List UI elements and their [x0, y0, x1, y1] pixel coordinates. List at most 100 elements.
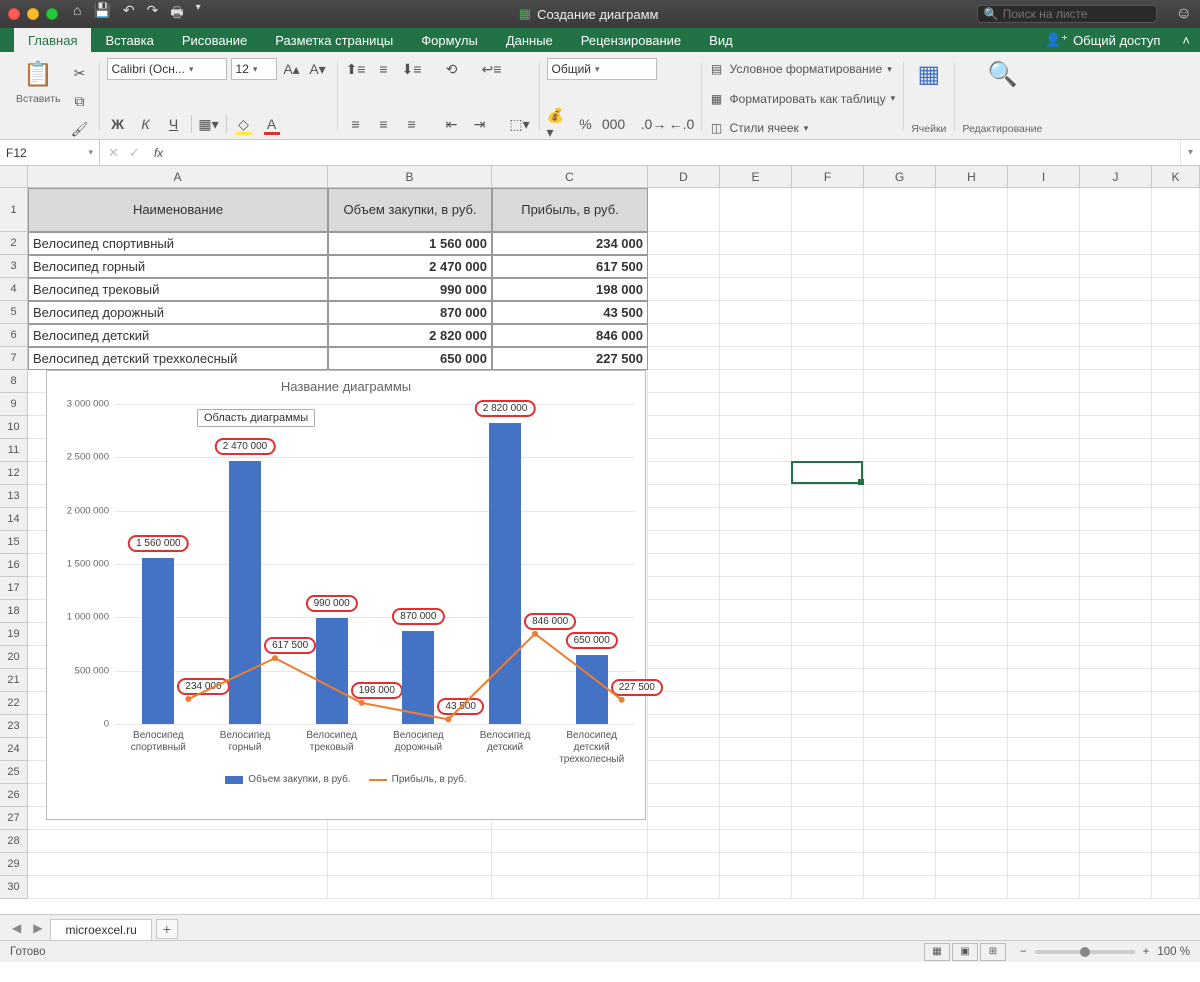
cell[interactable] [648, 370, 720, 393]
cell[interactable] [792, 876, 864, 899]
cell[interactable] [936, 830, 1008, 853]
cell[interactable]: 650 000 [328, 347, 492, 370]
cell[interactable]: 198 000 [492, 278, 648, 301]
cell[interactable] [1152, 462, 1200, 485]
currency-icon[interactable]: 💰▾ [547, 113, 569, 135]
cell[interactable] [720, 761, 792, 784]
fx-icon[interactable]: fx [150, 146, 167, 160]
cell[interactable] [936, 278, 1008, 301]
cell[interactable] [864, 370, 936, 393]
cell[interactable] [648, 508, 720, 531]
cell[interactable] [936, 508, 1008, 531]
cell[interactable] [1008, 232, 1080, 255]
cell[interactable] [1008, 508, 1080, 531]
cell[interactable] [864, 761, 936, 784]
cell[interactable]: Велосипед спортивный [28, 232, 328, 255]
cell[interactable] [720, 669, 792, 692]
cell[interactable] [1008, 761, 1080, 784]
cell[interactable] [792, 784, 864, 807]
cell[interactable] [936, 623, 1008, 646]
cell[interactable] [792, 508, 864, 531]
cell[interactable] [864, 715, 936, 738]
print-icon[interactable]: 🖶 [170, 2, 183, 26]
zoom-slider[interactable] [1035, 950, 1135, 954]
add-sheet-button[interactable]: + [156, 919, 178, 939]
column-header[interactable]: D [648, 166, 720, 188]
save-icon[interactable]: 💾 [93, 2, 110, 26]
cell[interactable]: Велосипед детский трехколесный [28, 347, 328, 370]
cell[interactable] [936, 669, 1008, 692]
cell[interactable] [720, 577, 792, 600]
cell[interactable] [792, 577, 864, 600]
cell[interactable] [864, 692, 936, 715]
cell[interactable] [1008, 188, 1080, 232]
row-header[interactable]: 24 [0, 738, 28, 761]
cell[interactable] [720, 255, 792, 278]
minimize-window-icon[interactable] [27, 8, 39, 20]
cell[interactable] [1080, 853, 1152, 876]
cell[interactable] [1080, 324, 1152, 347]
percent-icon[interactable]: % [575, 113, 597, 135]
row-header[interactable]: 1 [0, 188, 28, 232]
cell[interactable] [1080, 600, 1152, 623]
cell[interactable] [720, 692, 792, 715]
chart-bar[interactable] [316, 618, 348, 724]
cell[interactable] [648, 646, 720, 669]
search-input[interactable] [1003, 7, 1150, 21]
cell[interactable] [792, 301, 864, 324]
increase-decimal-icon[interactable]: .0→ [643, 113, 665, 135]
cell[interactable] [1008, 393, 1080, 416]
cell[interactable] [1152, 347, 1200, 370]
cell[interactable] [864, 439, 936, 462]
cell[interactable] [936, 416, 1008, 439]
cell[interactable] [1152, 370, 1200, 393]
cell[interactable]: 1 560 000 [328, 232, 492, 255]
cell[interactable] [1080, 761, 1152, 784]
cell[interactable] [792, 554, 864, 577]
editing-button[interactable]: 🔍 [983, 58, 1021, 91]
fill-color-icon[interactable]: ◇ [233, 113, 255, 135]
cell[interactable] [864, 416, 936, 439]
cell[interactable] [864, 393, 936, 416]
cell[interactable] [648, 738, 720, 761]
cell[interactable] [1008, 370, 1080, 393]
cell[interactable] [648, 807, 720, 830]
cell[interactable] [1080, 301, 1152, 324]
cell[interactable]: 870 000 [328, 301, 492, 324]
ribbon-tab[interactable]: Вставка [91, 28, 167, 52]
cell[interactable] [792, 278, 864, 301]
cell[interactable] [1008, 715, 1080, 738]
cell[interactable] [1152, 324, 1200, 347]
increase-font-icon[interactable]: A▴ [281, 58, 303, 80]
cell[interactable] [1152, 188, 1200, 232]
cell[interactable] [648, 232, 720, 255]
cell[interactable] [936, 393, 1008, 416]
cell[interactable] [864, 554, 936, 577]
cell[interactable] [328, 853, 492, 876]
cell[interactable] [1008, 807, 1080, 830]
expand-formula-bar-icon[interactable]: ▾ [1180, 140, 1200, 165]
cell[interactable] [864, 784, 936, 807]
column-header[interactable]: I [1008, 166, 1080, 188]
row-header[interactable]: 18 [0, 600, 28, 623]
cell[interactable] [1080, 738, 1152, 761]
cell[interactable] [936, 462, 1008, 485]
cell[interactable] [792, 531, 864, 554]
column-header[interactable]: C [492, 166, 648, 188]
cell[interactable] [720, 393, 792, 416]
comma-icon[interactable]: 000 [603, 113, 625, 135]
cell[interactable]: Велосипед горный [28, 255, 328, 278]
page-layout-view-icon[interactable]: ▣ [952, 943, 978, 961]
cell[interactable] [28, 876, 328, 899]
chart-bar[interactable] [576, 655, 608, 724]
cell[interactable] [936, 485, 1008, 508]
cell[interactable] [720, 646, 792, 669]
ribbon-tab[interactable]: Вид [695, 28, 747, 52]
redo-icon[interactable]: ↷ [147, 2, 159, 26]
cell[interactable] [792, 738, 864, 761]
cell[interactable] [648, 278, 720, 301]
cell[interactable] [648, 324, 720, 347]
cell[interactable] [792, 232, 864, 255]
row-header[interactable]: 17 [0, 577, 28, 600]
chart-legend[interactable]: Объем закупки, в руб.Прибыль, в руб. [47, 774, 645, 785]
